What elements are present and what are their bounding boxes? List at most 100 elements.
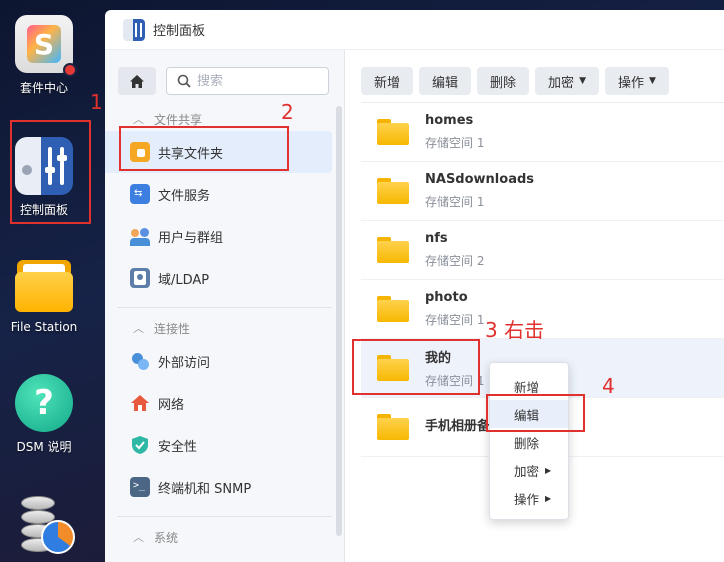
sidebar-scrollbar[interactable] xyxy=(336,106,342,536)
network-icon xyxy=(130,393,150,413)
folder-volume: 存储空间 1 xyxy=(425,313,485,327)
desktop-icon-file-station[interactable]: File Station xyxy=(0,256,88,334)
search-box[interactable] xyxy=(166,67,329,95)
desktop-icon-package-center[interactable]: S 套件中心 xyxy=(0,15,88,96)
action-dropdown[interactable]: 操作 ▼ xyxy=(604,67,669,95)
folder-name: 手机相册备 xyxy=(425,418,491,434)
sidebar-item-users-groups[interactable]: 用户与群组 xyxy=(105,215,332,257)
folder-name: NASdownloads xyxy=(425,172,535,187)
toolbar: 新增 编辑 删除 加密 ▼ 操作 ▼ xyxy=(361,67,724,95)
shield-icon xyxy=(130,435,150,455)
action-dropdown-label: 操作 xyxy=(617,75,644,91)
desktop-icon-storage[interactable] xyxy=(0,494,88,554)
control-panel-window: 控制面板 ︿ 文件共享 共享文件夹 ⇆ 文件服务 xyxy=(105,10,724,562)
sidebar-item-file-services[interactable]: ⇆ 文件服务 xyxy=(105,173,332,215)
divider xyxy=(117,516,332,517)
section-title: 系统 xyxy=(154,530,179,545)
encrypt-dropdown-label: 加密 xyxy=(548,75,575,91)
section-header-connectivity[interactable]: ︿ 连接性 xyxy=(105,316,344,340)
annotation-step-1: 1 xyxy=(90,90,103,114)
context-menu-label: 删除 xyxy=(514,435,540,451)
caret-down-icon: ▼ xyxy=(649,76,656,86)
annotation-box-edit xyxy=(486,394,585,432)
sidebar-item-label: 域/LDAP xyxy=(158,272,210,288)
context-menu-delete[interactable]: 删除 xyxy=(490,428,568,456)
folder-icon xyxy=(377,414,409,440)
folder-volume: 存储空间 1 xyxy=(425,136,485,150)
control-panel-small-icon xyxy=(123,18,145,41)
sidebar-item-label: 文件服务 xyxy=(158,188,211,204)
create-button-label: 新增 xyxy=(374,75,401,91)
folder-row[interactable]: homes 存储空间 1 xyxy=(361,103,724,162)
delete-button[interactable]: 删除 xyxy=(477,67,530,95)
section-header-system[interactable]: ︿ 系统 xyxy=(105,525,344,549)
storage-manager-icon xyxy=(15,494,75,554)
desktop-icon-label: 套件中心 xyxy=(19,81,68,95)
encrypt-dropdown[interactable]: 加密 ▼ xyxy=(535,67,599,95)
desktop-icon-label: File Station xyxy=(10,320,78,334)
annotation-step-4: 4 xyxy=(602,374,615,398)
users-groups-icon xyxy=(130,226,150,246)
delete-button-label: 删除 xyxy=(490,75,517,91)
window-title: 控制面板 xyxy=(153,24,206,39)
file-services-icon: ⇆ xyxy=(130,184,150,204)
annotation-box-folder-mine xyxy=(352,339,480,395)
notification-dot xyxy=(63,63,77,77)
folder-volume: 存储空间 1 xyxy=(425,195,485,209)
section-title: 文件共享 xyxy=(154,112,203,127)
folder-name: nfs xyxy=(425,231,448,246)
sidebar-item-label: 终端机和 SNMP xyxy=(158,481,252,497)
context-menu-action[interactable]: 操作 ▶ xyxy=(490,484,568,512)
sidebar-item-label: 安全性 xyxy=(158,439,198,455)
caret-down-icon: ▼ xyxy=(579,76,586,86)
file-station-icon xyxy=(15,256,73,314)
folder-row[interactable]: nfs 存储空间 2 xyxy=(361,221,724,280)
folder-icon xyxy=(377,237,409,263)
chevron-up-icon: ︿ xyxy=(133,531,144,544)
package-center-icon: S xyxy=(15,15,77,77)
create-button[interactable]: 新增 xyxy=(361,67,414,95)
sidebar-item-terminal-snmp[interactable]: >_ 终端机和 SNMP xyxy=(105,466,332,508)
context-menu-encrypt[interactable]: 加密 ▶ xyxy=(490,456,568,484)
desktop-icon-label: DSM 说明 xyxy=(16,440,72,454)
sidebar-item-network[interactable]: 网络 xyxy=(105,382,332,424)
folder-icon xyxy=(377,119,409,145)
folder-name: photo xyxy=(425,290,468,305)
sidebar-item-domain-ldap[interactable]: 域/LDAP xyxy=(105,257,332,299)
desktop-icon-dsm-help[interactable]: ? DSM 说明 xyxy=(0,374,88,455)
divider xyxy=(117,307,332,308)
help-icon: ? xyxy=(15,374,73,432)
search-input[interactable] xyxy=(197,73,317,89)
sidebar-item-label: 用户与群组 xyxy=(158,230,224,246)
sidebar-item-security[interactable]: 安全性 xyxy=(105,424,332,466)
window-titlebar[interactable]: 控制面板 xyxy=(105,10,724,50)
folder-row[interactable]: NASdownloads 存储空间 1 xyxy=(361,162,724,221)
search-icon xyxy=(177,74,191,88)
annotation-box-control-panel xyxy=(10,120,91,224)
section-title: 连接性 xyxy=(154,321,191,336)
edit-button-label: 编辑 xyxy=(432,75,459,91)
home-icon xyxy=(130,74,144,88)
annotation-step-3: 3 右击 xyxy=(485,318,545,342)
sidebar-item-label: 外部访问 xyxy=(158,355,211,371)
context-menu-label: 新增 xyxy=(514,379,540,395)
sidebar-item-label: 网络 xyxy=(158,397,185,413)
sidebar-item-external-access[interactable]: 外部访问 xyxy=(105,340,332,382)
context-menu-label: 加密 xyxy=(514,463,540,479)
chevron-up-icon: ︿ xyxy=(133,113,144,126)
chevron-up-icon: ︿ xyxy=(133,322,144,335)
folder-name: homes xyxy=(425,113,474,128)
folder-icon xyxy=(377,296,409,322)
domain-ldap-icon xyxy=(130,268,150,288)
edit-button[interactable]: 编辑 xyxy=(419,67,472,95)
annotation-step-2: 2 xyxy=(281,100,294,124)
caret-right-icon: ▶ xyxy=(545,465,552,475)
caret-right-icon: ▶ xyxy=(545,493,552,503)
folder-icon xyxy=(377,178,409,204)
annotation-box-shared-folder xyxy=(119,126,289,171)
terminal-icon: >_ xyxy=(130,477,150,497)
context-menu: 新增 编辑 删除 加密 ▶ 操作 ▶ xyxy=(489,362,569,520)
home-button[interactable] xyxy=(118,67,156,95)
context-menu-label: 操作 xyxy=(514,491,540,507)
external-access-icon xyxy=(130,351,150,371)
